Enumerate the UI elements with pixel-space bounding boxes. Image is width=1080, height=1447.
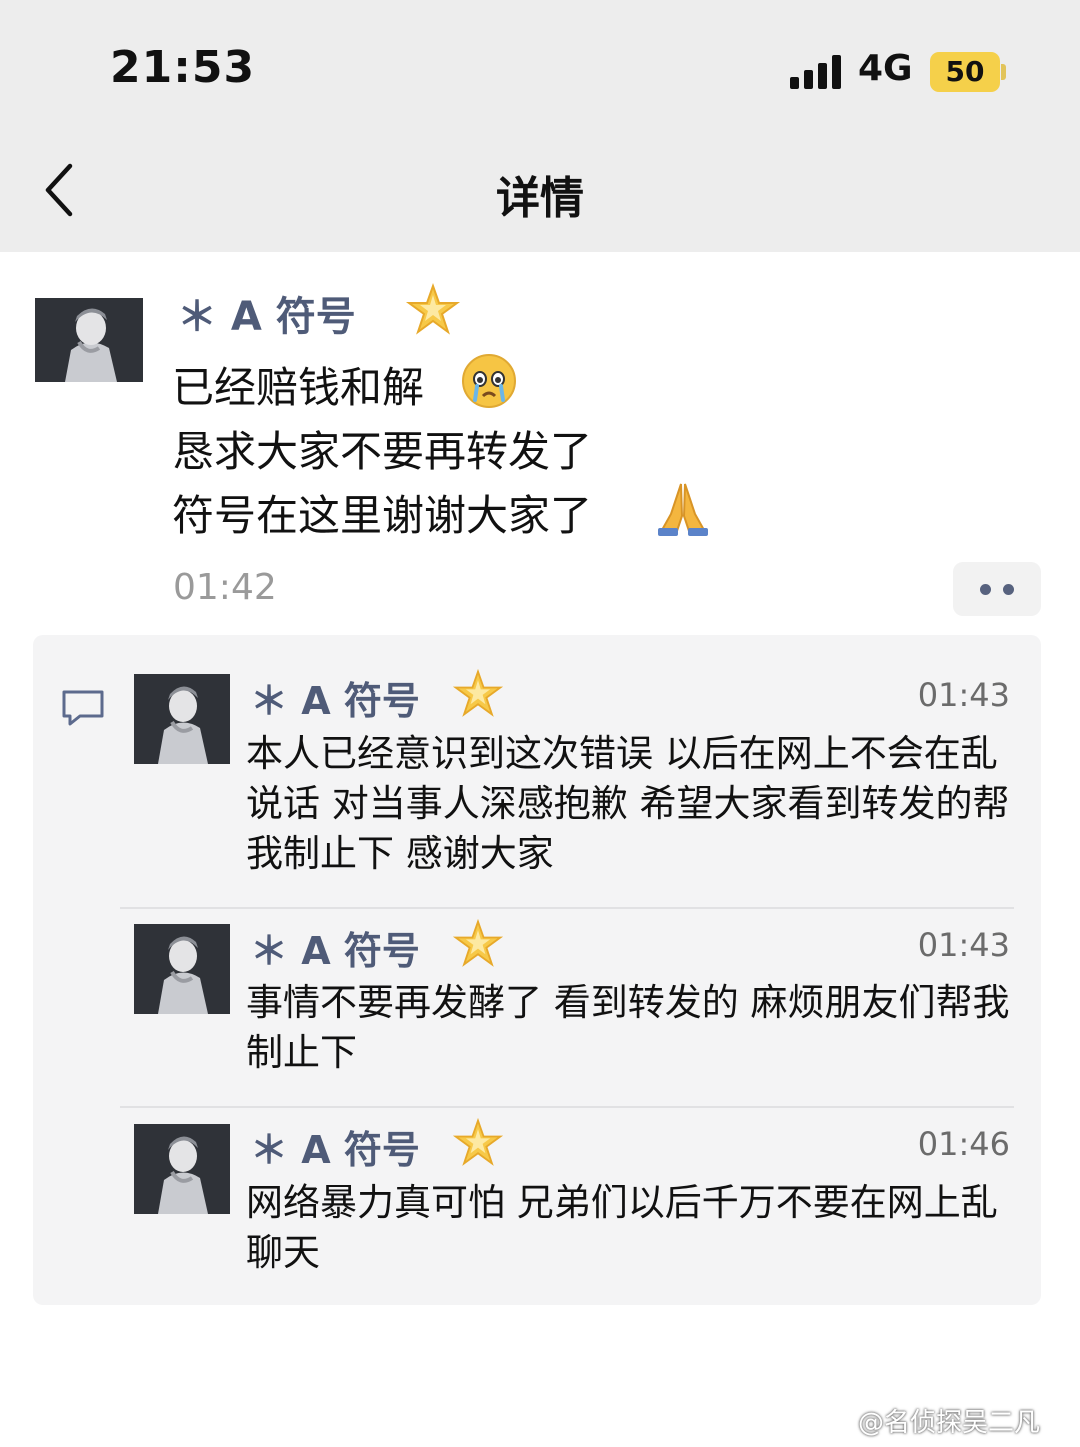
reply-text: 本人已经意识到这次错误 以后在网上不会在乱说话 对当事人深感抱歉 希望大家看到转… — [246, 732, 1010, 875]
reply-avatar[interactable] — [134, 1124, 230, 1214]
divider — [120, 907, 1014, 909]
crying-face-emoji — [462, 354, 516, 408]
reply-time: 01:43 — [917, 676, 1010, 714]
avatar[interactable] — [35, 298, 143, 382]
more-dots-icon — [1003, 584, 1014, 595]
reply-text: 网络暴力真可怕 兄弟们以后千万不要在网上乱聊天 — [246, 1181, 998, 1274]
glowing-star-emoji — [452, 918, 504, 967]
post-line-3: 符号在这里谢谢大家了 — [172, 491, 593, 540]
reply-avatar[interactable] — [134, 924, 230, 1014]
glowing-star-emoji — [452, 1117, 504, 1166]
glowing-star-emoji — [452, 668, 504, 717]
glowing-star-emoji — [405, 282, 461, 335]
reply-author-name[interactable]: ＊ A 符号 — [250, 1119, 420, 1174]
watermark: @名侦探吴二凡 — [858, 1408, 1041, 1438]
more-dots-icon — [980, 584, 991, 595]
reply-avatar[interactable] — [134, 674, 230, 764]
reply-time: 01:43 — [917, 926, 1010, 964]
signal-icon — [790, 55, 846, 89]
reply-author-name[interactable]: ＊ A 符号 — [250, 920, 420, 975]
more-button[interactable] — [953, 562, 1041, 616]
reply-time: 01:46 — [917, 1125, 1010, 1163]
post-time: 01:42 — [173, 567, 277, 608]
post-line-1: 已经赔钱和解 — [172, 363, 425, 412]
page-title: 详情 — [496, 173, 584, 224]
reply-author-name[interactable]: ＊ A 符号 — [250, 670, 420, 725]
divider — [120, 1106, 1014, 1108]
battery-tip — [1001, 64, 1006, 80]
comment-icon — [62, 690, 104, 726]
reply-text: 事情不要再发酵了 看到转发的 麻烦朋友们帮我制止下 — [246, 981, 1010, 1074]
battery-icon: 50 — [930, 52, 1000, 92]
post-line-2: 恳求大家不要再转发了 — [172, 427, 593, 476]
status-time: 21:53 — [110, 42, 256, 93]
network-type: 4G — [858, 48, 913, 89]
post-author-name[interactable]: ＊ A 符号 — [177, 284, 356, 342]
folded-hands-emoji — [658, 483, 708, 536]
